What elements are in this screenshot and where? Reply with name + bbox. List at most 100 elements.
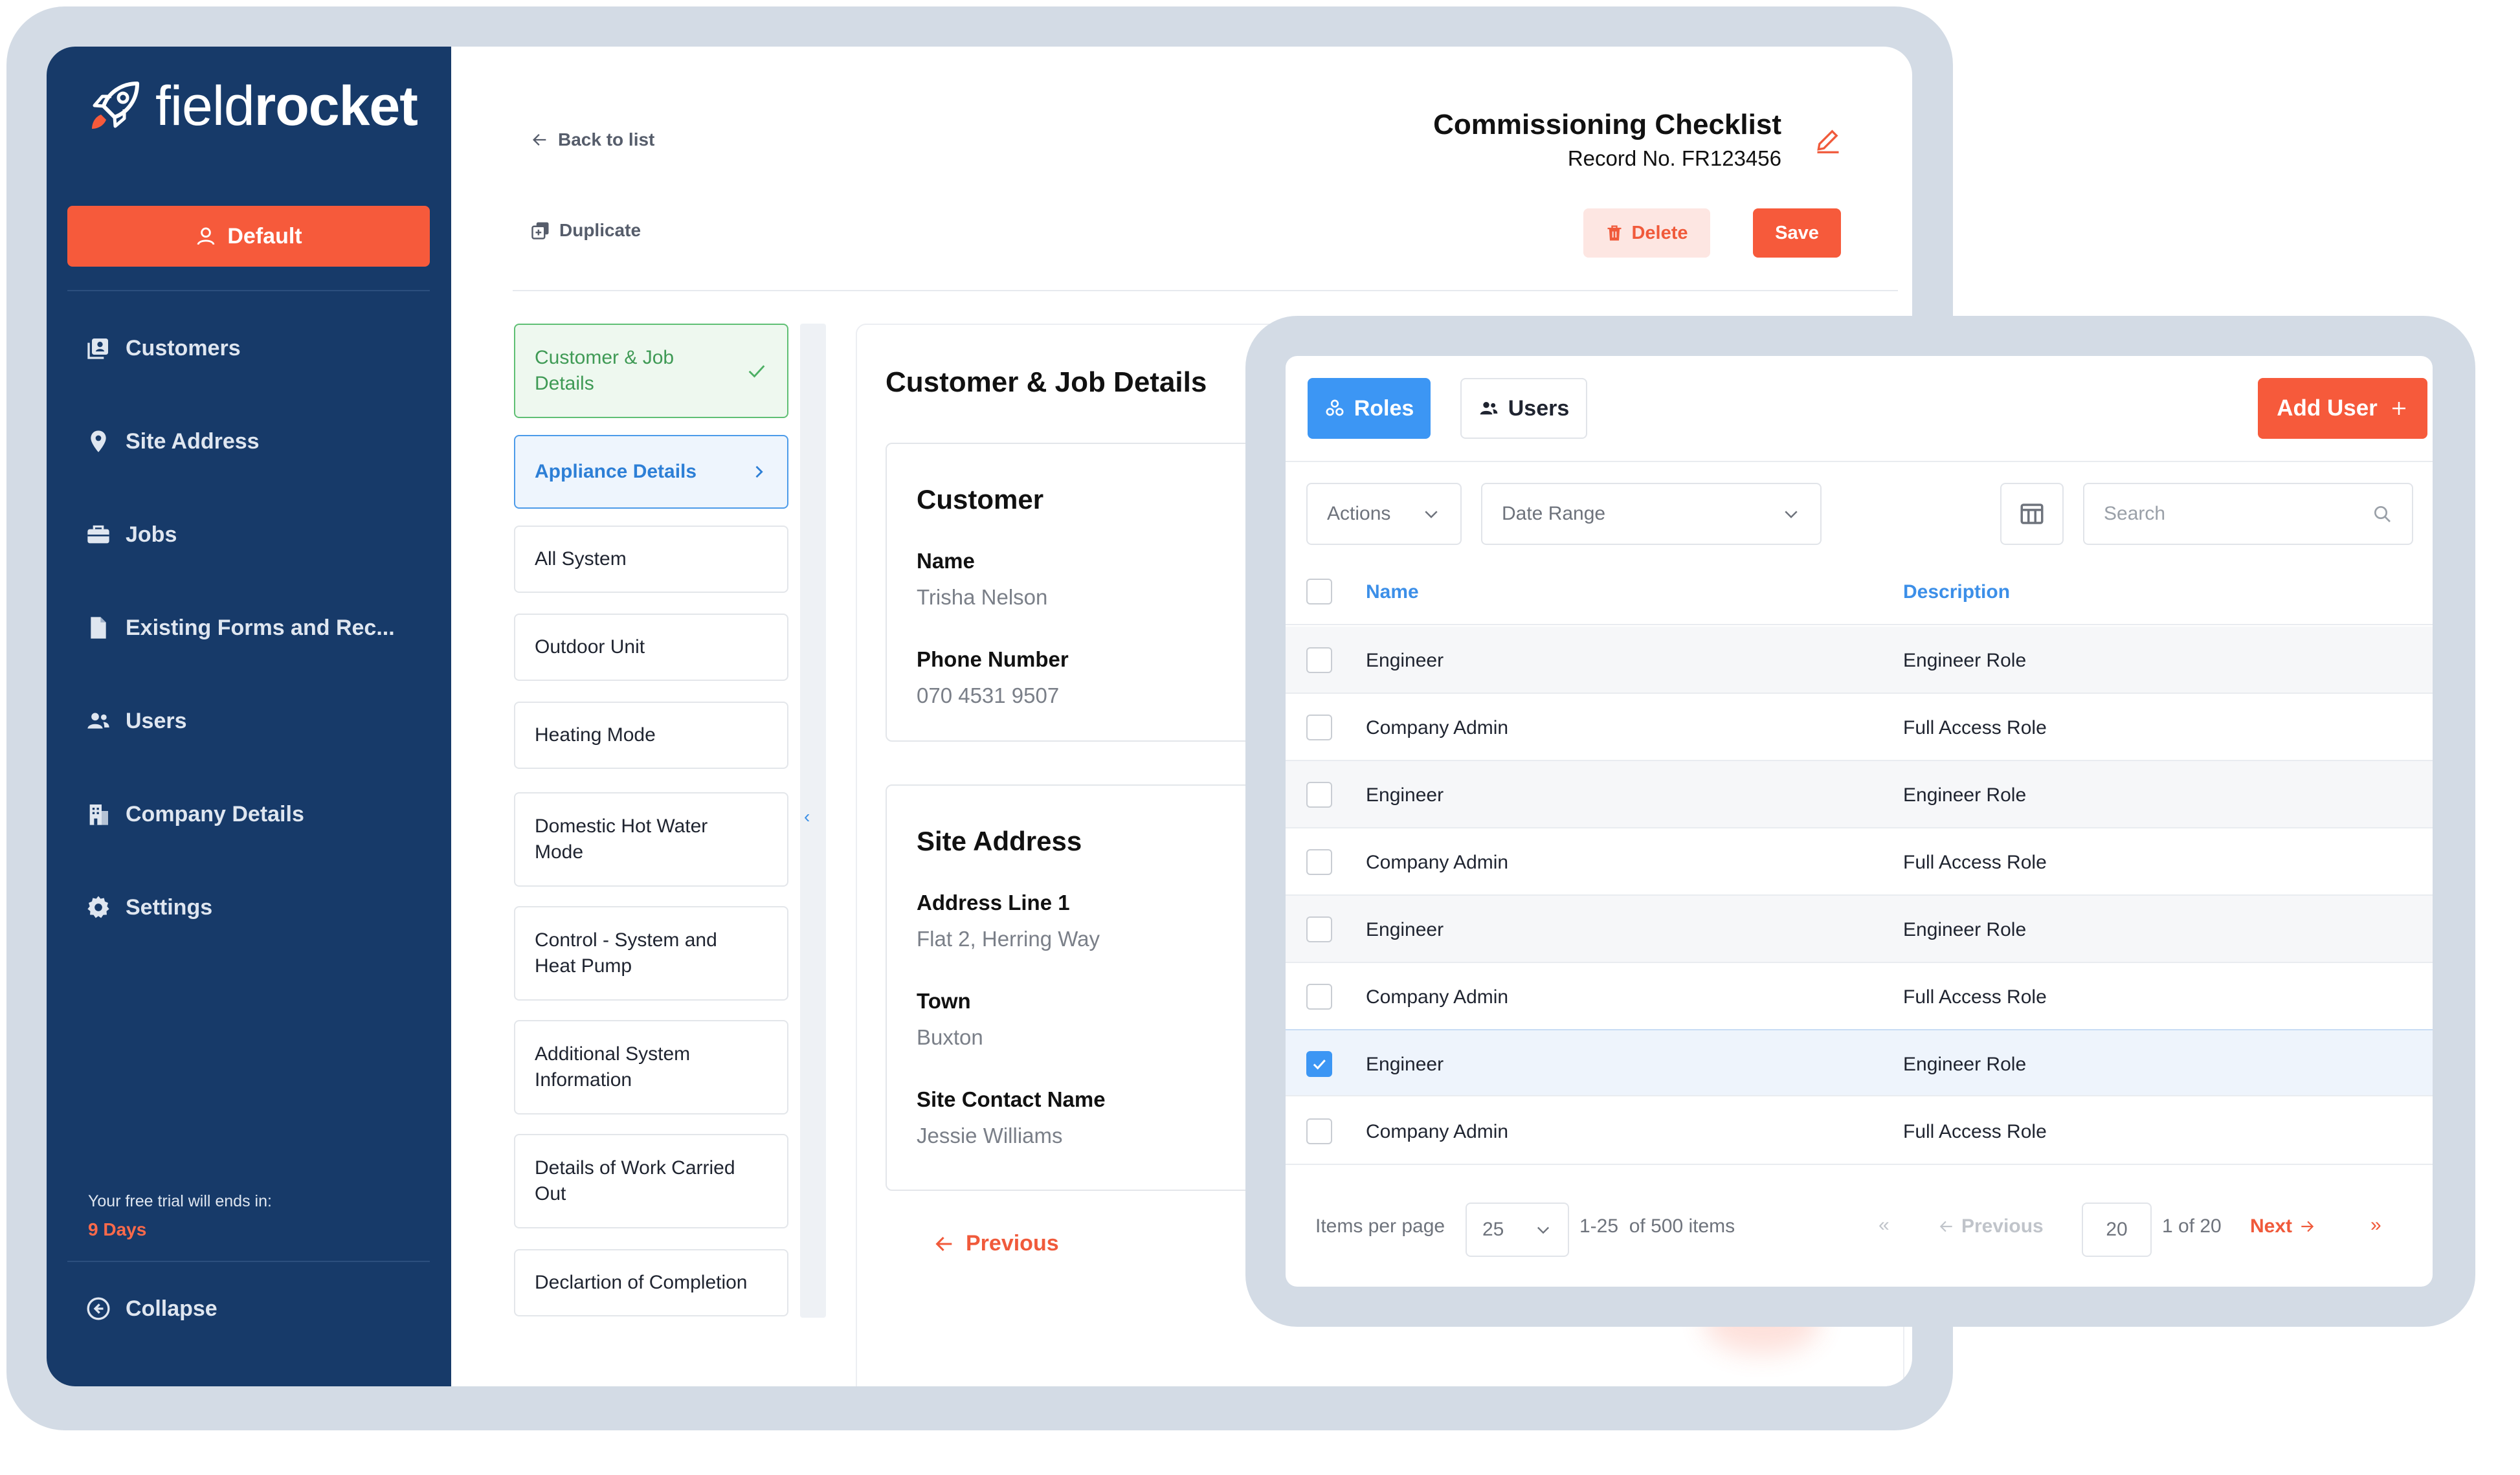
- step-outdoor-unit[interactable]: Outdoor Unit: [514, 614, 788, 681]
- town-value: Buxton: [917, 1025, 983, 1049]
- row-name: Engineer: [1366, 650, 1444, 671]
- location-pin-icon: [91, 430, 106, 452]
- edit-pencil-icon[interactable]: [1814, 126, 1842, 154]
- row-description: Full Access Role: [1903, 717, 2047, 738]
- building-icon: [89, 804, 108, 825]
- back-to-list-link[interactable]: Back to list: [531, 129, 654, 150]
- step-additional-system-information[interactable]: Additional System Information: [514, 1020, 788, 1115]
- row-name: Company Admin: [1366, 852, 1509, 873]
- column-toggle-button[interactable]: [2000, 483, 2064, 545]
- back-label: Back to list: [558, 129, 655, 150]
- briefcase-icon: [87, 525, 109, 544]
- step-appliance-details[interactable]: Appliance Details: [514, 435, 788, 509]
- sidebar-divider: [67, 290, 430, 291]
- phone-value: 070 4531 9507: [917, 683, 1060, 707]
- tab-roles[interactable]: Roles: [1308, 378, 1431, 439]
- items-per-page-select[interactable]: 25: [1466, 1203, 1569, 1257]
- sidebar-item-settings[interactable]: Settings: [85, 888, 422, 927]
- row-checkbox[interactable]: [1306, 1118, 1332, 1144]
- date-range-dropdown[interactable]: Date Range: [1481, 483, 1822, 545]
- sidebar-divider: [67, 1261, 430, 1262]
- sidebar-item-label: Settings: [126, 894, 213, 920]
- add-user-button[interactable]: Add User: [2258, 378, 2427, 439]
- sidebar-item-jobs[interactable]: Jobs: [85, 515, 422, 554]
- save-button[interactable]: Save: [1753, 208, 1841, 258]
- phone-label: Phone Number: [917, 647, 1069, 671]
- column-header-description[interactable]: Description: [1903, 581, 2010, 603]
- sidebar-item-users[interactable]: Users: [85, 702, 422, 740]
- step-declaration-of-completion[interactable]: Declartion of Completion: [514, 1249, 788, 1316]
- table-row[interactable]: Company Admin Full Access Role: [1286, 1098, 2433, 1165]
- table-row-selected[interactable]: Engineer Engineer Role: [1286, 1029, 2433, 1096]
- table-row[interactable]: Engineer Engineer Role: [1286, 761, 2433, 828]
- search-icon: [2374, 506, 2391, 522]
- table-row[interactable]: Engineer Engineer Role: [1286, 627, 2433, 694]
- chevron-left-icon[interactable]: ‹: [804, 806, 810, 827]
- page-number-value: 20: [2106, 1219, 2128, 1240]
- step-control-system-heat-pump[interactable]: Control - System and Heat Pump: [514, 906, 788, 1001]
- table-header: Name Description: [1286, 558, 2433, 625]
- columns-icon: [2020, 504, 2044, 524]
- logo-text-bold: rocket: [254, 74, 418, 137]
- next-page-button[interactable]: Next: [2250, 1215, 2315, 1237]
- row-name: Company Admin: [1366, 717, 1509, 738]
- step-domestic-hot-water-mode[interactable]: Domestic Hot Water Mode: [514, 792, 788, 887]
- users-icon: [1480, 402, 1498, 415]
- column-header-name[interactable]: Name: [1366, 581, 1419, 603]
- step-label: Declartion of Completion: [535, 1272, 748, 1293]
- step-label: Customer & Job Details: [535, 347, 675, 394]
- table-row[interactable]: Engineer Engineer Role: [1286, 896, 2433, 963]
- step-customer-job-details[interactable]: Customer & Job Details: [514, 324, 788, 418]
- sidebar-item-customers[interactable]: Customers: [85, 329, 422, 368]
- tab-users-label: Users: [1508, 395, 1570, 421]
- row-name: Company Admin: [1366, 1121, 1509, 1142]
- row-checkbox[interactable]: [1306, 782, 1332, 808]
- row-checkbox[interactable]: [1306, 849, 1332, 875]
- row-description: Full Access Role: [1903, 852, 2047, 873]
- step-label: Additional System Information: [535, 1043, 691, 1091]
- table-row[interactable]: Company Admin Full Access Role: [1286, 828, 2433, 896]
- previous-step-button[interactable]: Previous: [933, 1231, 1059, 1256]
- toolbar-divider: [1286, 461, 2433, 462]
- sidebar: fieldrocket Default Customers Site Addre…: [47, 47, 451, 1386]
- items-range: 1-25 of 500 items: [1579, 1215, 1735, 1237]
- address-line-label: Address Line 1: [917, 891, 1070, 915]
- table-row[interactable]: Company Admin Full Access Role: [1286, 694, 2433, 761]
- step-details-of-work[interactable]: Details of Work Carried Out: [514, 1134, 788, 1228]
- collapse-sidebar-button[interactable]: Collapse: [85, 1289, 217, 1328]
- default-profile-button[interactable]: Default: [67, 206, 430, 267]
- step-heating-mode[interactable]: Heating Mode: [514, 702, 788, 769]
- sidebar-item-label: Users: [126, 708, 187, 733]
- step-label: Details of Work Carried Out: [535, 1157, 735, 1204]
- trial-days-remaining: 9 Days: [88, 1219, 147, 1239]
- search-input[interactable]: Search: [2083, 483, 2413, 545]
- first-page-button[interactable]: «: [1879, 1214, 1890, 1236]
- row-checkbox-checked[interactable]: [1306, 1051, 1332, 1077]
- row-checkbox[interactable]: [1306, 916, 1332, 942]
- delete-button[interactable]: Delete: [1583, 208, 1710, 258]
- step-label: Appliance Details: [535, 461, 697, 482]
- actions-label: Actions: [1327, 503, 1391, 524]
- row-name: Company Admin: [1366, 986, 1509, 1008]
- last-page-button[interactable]: »: [2370, 1214, 2381, 1236]
- duplicate-button[interactable]: Duplicate: [531, 220, 641, 241]
- sidebar-item-site-address[interactable]: Site Address: [85, 422, 422, 461]
- previous-page-button[interactable]: Previous: [1938, 1215, 2044, 1237]
- row-checkbox[interactable]: [1306, 715, 1332, 740]
- town-label: Town: [917, 989, 971, 1013]
- step-all-system[interactable]: All System: [514, 526, 788, 593]
- select-all-checkbox[interactable]: [1306, 579, 1332, 604]
- table-row[interactable]: Company Admin Full Access Role: [1286, 963, 2433, 1030]
- search-placeholder: Search: [2104, 503, 2166, 524]
- sidebar-item-company-details[interactable]: Company Details: [85, 795, 422, 834]
- row-checkbox[interactable]: [1306, 647, 1332, 673]
- sidebar-item-existing-forms[interactable]: Existing Forms and Rec...: [85, 608, 422, 647]
- fieldrocket-logo[interactable]: fieldrocket: [85, 74, 422, 139]
- page-number-input[interactable]: 20: [2082, 1203, 2152, 1257]
- tab-users[interactable]: Users: [1460, 378, 1587, 439]
- row-checkbox[interactable]: [1306, 984, 1332, 1010]
- actions-dropdown[interactable]: Actions: [1306, 483, 1462, 545]
- checkmark-icon: [1313, 1059, 1326, 1070]
- form-heading: Customer & Job Details: [886, 366, 1207, 398]
- next-page-label: Next: [2250, 1215, 2293, 1237]
